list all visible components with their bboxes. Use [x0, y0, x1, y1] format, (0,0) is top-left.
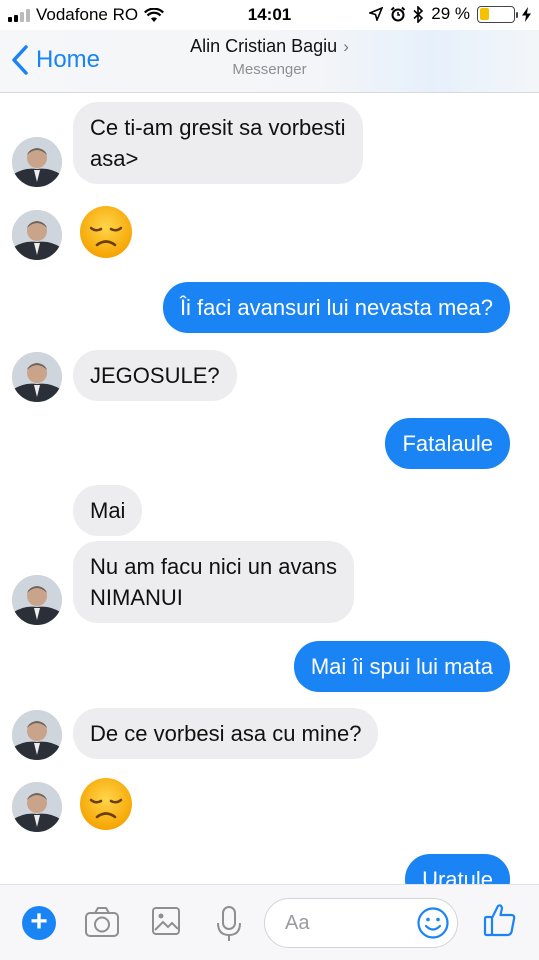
status-right: 29 % — [369, 4, 531, 24]
battery-fill — [479, 8, 490, 20]
like-icon[interactable] — [483, 902, 517, 938]
avatar-photo — [12, 352, 62, 402]
charging-icon — [522, 6, 531, 22]
message-list[interactable]: Ce ti-am gresit sa vorbesti asa> Îi faci… — [0, 93, 539, 884]
composer-bar: + — [0, 884, 539, 960]
contact-avatar[interactable] — [12, 782, 62, 832]
location-icon — [369, 7, 384, 21]
incoming-message[interactable]: Nu am facu nici un avans NIMANUI — [73, 541, 355, 623]
status-bar: Vodafone RO 14:01 29 % — [0, 0, 539, 30]
outgoing-message[interactable]: Fatalaule — [385, 418, 510, 469]
contact-avatar[interactable] — [12, 575, 62, 625]
incoming-message[interactable]: De ce vorbesi asa cu mine? — [73, 708, 379, 759]
camera-icon[interactable] — [84, 905, 120, 939]
battery-icon — [477, 5, 518, 23]
avatar-photo — [12, 137, 62, 187]
emoji-icon[interactable] — [416, 906, 450, 940]
microphone-icon[interactable] — [216, 905, 242, 943]
outgoing-message[interactable]: Îi faci avansuri lui nevasta mea? — [162, 282, 510, 333]
navigation-bar: Home Alin Cristian Bagiu › Messenger — [0, 30, 539, 93]
incoming-message[interactable]: JEGOSULE? — [73, 350, 237, 401]
avatar-photo — [12, 710, 62, 760]
contact-name-button[interactable]: Alin Cristian Bagiu › — [0, 36, 539, 57]
contact-avatar[interactable] — [12, 352, 62, 402]
battery-percent: 29 % — [431, 4, 470, 23]
incoming-message[interactable]: Mai — [73, 485, 143, 536]
message-input-box[interactable] — [264, 898, 458, 948]
contact-avatar[interactable] — [12, 210, 62, 260]
outgoing-message[interactable]: Mai îi spui lui mata — [293, 641, 510, 692]
contact-avatar[interactable] — [12, 137, 62, 187]
chevron-right-icon: › — [343, 37, 349, 56]
alarm-icon — [391, 6, 406, 22]
plus-icon[interactable]: + — [22, 906, 56, 940]
incoming-message[interactable]: Ce ti-am gresit sa vorbesti asa> — [73, 102, 363, 184]
outgoing-message[interactable]: Uratule — [405, 854, 510, 884]
avatar-photo — [12, 782, 62, 832]
gallery-icon[interactable] — [151, 905, 181, 937]
bluetooth-icon — [413, 5, 424, 23]
contact-avatar[interactable] — [12, 710, 62, 760]
nav-subtitle: Messenger — [232, 61, 307, 78]
disappointed-face-icon[interactable] — [78, 204, 134, 260]
avatar-photo — [12, 575, 62, 625]
contact-name: Alin Cristian Bagiu — [190, 36, 338, 56]
disappointed-face-icon[interactable] — [78, 776, 134, 832]
avatar-photo — [12, 210, 62, 260]
message-input[interactable] — [285, 912, 405, 935]
